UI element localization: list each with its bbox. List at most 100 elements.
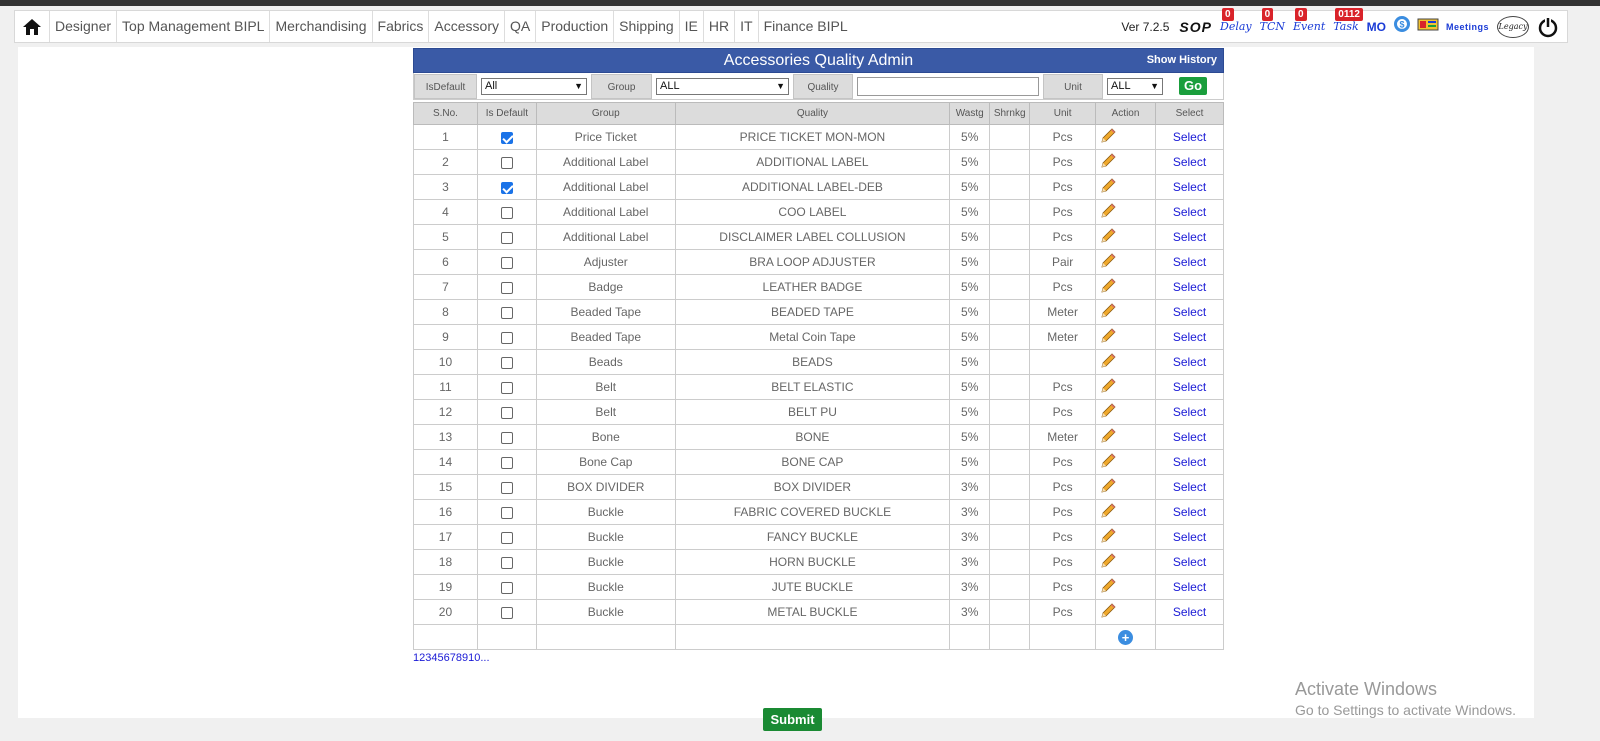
select-link[interactable]: Select	[1173, 355, 1206, 369]
select-link[interactable]: Select	[1173, 205, 1206, 219]
nav-item-ie[interactable]: IE	[678, 11, 703, 42]
select-link[interactable]: Select	[1173, 455, 1206, 469]
select-link[interactable]: Select	[1173, 130, 1206, 144]
edit-pencil-icon[interactable]	[1099, 302, 1117, 320]
edit-pencil-icon[interactable]	[1099, 277, 1117, 295]
isdefault-checkbox[interactable]	[500, 331, 513, 344]
add-row-plus-icon[interactable]: +	[1118, 629, 1134, 645]
isdefault-checkbox[interactable]	[500, 481, 513, 494]
dollar-globe-icon[interactable]: $	[1393, 15, 1411, 38]
nav-item-finance-bipl[interactable]: Finance BIPL	[757, 11, 853, 42]
isdefault-checkbox[interactable]	[500, 506, 513, 519]
go-button[interactable]: Go	[1179, 77, 1207, 95]
legacy-link[interactable]: Legacy	[1497, 15, 1529, 38]
isdefault-checkbox[interactable]	[500, 231, 513, 244]
tcn-link[interactable]: 0 TCN	[1260, 8, 1285, 33]
edit-pencil-icon[interactable]	[1099, 352, 1117, 370]
isdefault-checkbox[interactable]	[500, 256, 513, 269]
nav-item-merchandising[interactable]: Merchandising	[269, 11, 371, 42]
isdefault-checkbox[interactable]	[500, 306, 513, 319]
edit-pencil-icon[interactable]	[1099, 202, 1117, 220]
submit-button[interactable]: Submit	[763, 708, 822, 731]
nav-item-it[interactable]: IT	[734, 11, 757, 42]
isdefault-select[interactable]: All ▼	[481, 77, 587, 95]
home-icon[interactable]	[15, 11, 49, 42]
power-icon[interactable]	[1537, 16, 1559, 38]
group-select[interactable]: ALL ▼	[656, 77, 789, 95]
select-link[interactable]: Select	[1173, 280, 1206, 294]
select-link[interactable]: Select	[1173, 480, 1206, 494]
select-link[interactable]: Select	[1173, 405, 1206, 419]
page-link[interactable]: ...	[480, 652, 489, 664]
select-link[interactable]: Select	[1173, 180, 1206, 194]
edit-pencil-icon[interactable]	[1099, 377, 1117, 395]
nav-item-production[interactable]: Production	[535, 11, 613, 42]
isdefault-checkbox[interactable]	[500, 531, 513, 544]
edit-pencil-icon[interactable]	[1099, 502, 1117, 520]
nav-item-top-management-bipl[interactable]: Top Management BIPL	[116, 11, 269, 42]
sno-cell: 6	[413, 249, 478, 275]
select-link[interactable]: Select	[1173, 155, 1206, 169]
wastage-cell: 5%	[949, 424, 991, 450]
isdefault-checkbox[interactable]	[500, 581, 513, 594]
select-link[interactable]: Select	[1173, 230, 1206, 244]
isdefault-checkbox[interactable]	[500, 206, 513, 219]
ticket-icon[interactable]	[1417, 15, 1439, 38]
edit-pencil-icon[interactable]	[1099, 552, 1117, 570]
mo-link[interactable]: MO	[1367, 20, 1386, 34]
delay-link[interactable]: 0 Delay	[1220, 8, 1252, 33]
select-link[interactable]: Select	[1173, 330, 1206, 344]
select-cell: Select	[1155, 224, 1224, 250]
edit-pencil-icon[interactable]	[1099, 252, 1117, 270]
select-link[interactable]: Select	[1173, 605, 1206, 619]
task-link[interactable]: 0112 Task	[1333, 8, 1363, 33]
edit-pencil-icon[interactable]	[1099, 127, 1117, 145]
edit-pencil-icon[interactable]	[1099, 152, 1117, 170]
edit-pencil-icon[interactable]	[1099, 602, 1117, 620]
select-link[interactable]: Select	[1173, 305, 1206, 319]
nav-item-fabrics[interactable]: Fabrics	[371, 11, 429, 42]
isdefault-checkbox[interactable]	[500, 456, 513, 469]
action-cell	[1095, 549, 1156, 575]
isdefault-checkbox[interactable]	[500, 431, 513, 444]
isdefault-checkbox[interactable]	[500, 381, 513, 394]
select-link[interactable]: Select	[1173, 430, 1206, 444]
edit-pencil-icon[interactable]	[1099, 452, 1117, 470]
select-link[interactable]: Select	[1173, 255, 1206, 269]
table-row: 8 Beaded Tape BEADED TAPE 5% Meter Select	[413, 299, 1224, 325]
unit-cell: Pcs	[1029, 174, 1097, 200]
edit-pencil-icon[interactable]	[1099, 427, 1117, 445]
edit-pencil-icon[interactable]	[1099, 402, 1117, 420]
select-link[interactable]: Select	[1173, 555, 1206, 569]
nav-item-qa[interactable]: QA	[504, 11, 535, 42]
isdefault-checkbox[interactable]	[500, 156, 513, 169]
isdefault-checkbox[interactable]	[500, 356, 513, 369]
isdefault-checkbox[interactable]	[500, 406, 513, 419]
edit-pencil-icon[interactable]	[1099, 227, 1117, 245]
nav-item-shipping[interactable]: Shipping	[613, 11, 679, 42]
show-history-link[interactable]: Show History	[1147, 49, 1217, 72]
edit-pencil-icon[interactable]	[1099, 327, 1117, 345]
select-link[interactable]: Select	[1173, 580, 1206, 594]
nav-item-designer[interactable]: Designer	[49, 11, 116, 42]
unit-select[interactable]: ALL ▼	[1107, 77, 1163, 95]
edit-pencil-icon[interactable]	[1099, 527, 1117, 545]
meetings-link[interactable]: Meetings	[1446, 22, 1489, 32]
page-link[interactable]: 10	[468, 652, 480, 664]
select-link[interactable]: Select	[1173, 505, 1206, 519]
event-link[interactable]: 0 Event	[1293, 8, 1325, 33]
isdefault-checkbox[interactable]	[500, 131, 513, 144]
isdefault-checkbox[interactable]	[500, 556, 513, 569]
isdefault-checkbox[interactable]	[500, 181, 513, 194]
nav-item-hr[interactable]: HR	[702, 11, 734, 42]
select-link[interactable]: Select	[1173, 380, 1206, 394]
edit-pencil-icon[interactable]	[1099, 577, 1117, 595]
quality-input[interactable]	[857, 76, 1039, 96]
select-link[interactable]: Select	[1173, 530, 1206, 544]
edit-pencil-icon[interactable]	[1099, 177, 1117, 195]
isdefault-checkbox[interactable]	[500, 606, 513, 619]
nav-item-accessory[interactable]: Accessory	[428, 11, 504, 42]
isdefault-checkbox[interactable]	[500, 281, 513, 294]
edit-pencil-icon[interactable]	[1099, 477, 1117, 495]
sop-link[interactable]: SOP	[1179, 19, 1212, 35]
